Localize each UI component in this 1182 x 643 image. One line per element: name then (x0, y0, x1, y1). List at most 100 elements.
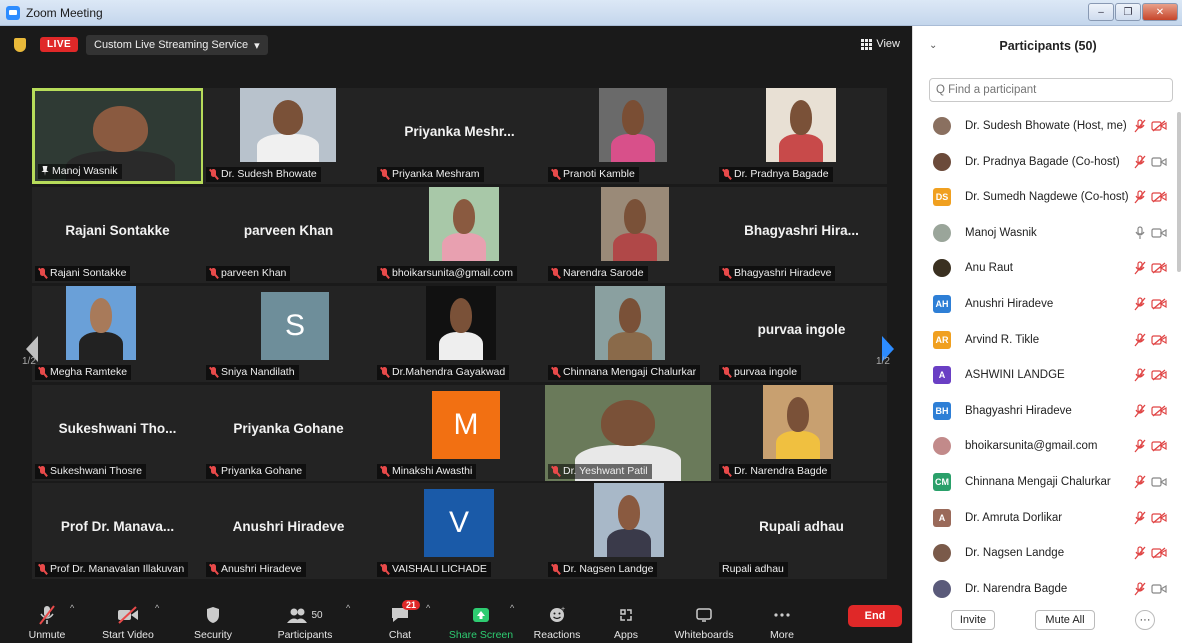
participant-row[interactable]: Dr. Sudesh Bhowate (Host, me) (913, 108, 1175, 144)
mic-muted-icon[interactable] (1133, 119, 1147, 133)
video-tile[interactable]: Rupali adhau Rupali adhau (716, 483, 887, 579)
participant-row[interactable]: CM Chinnana Mengaji Chalurkar (913, 464, 1175, 500)
apps-button[interactable]: Apps (610, 599, 642, 641)
audio-options-caret-icon[interactable]: ^ (70, 603, 74, 613)
participant-row[interactable]: Anu Raut (913, 250, 1175, 286)
live-badge[interactable]: LIVE (40, 37, 79, 52)
video-tile[interactable]: Bhagyashri Hira... Bhagyashri Hiradeve (716, 187, 887, 283)
invite-button[interactable]: Invite (951, 610, 995, 630)
video-tile[interactable]: Dr. Nagsen Landge (545, 483, 716, 579)
video-off-icon[interactable] (1151, 368, 1167, 382)
video-icon[interactable] (1151, 475, 1167, 489)
participant-row[interactable]: AR Arvind R. Tikle (913, 322, 1175, 358)
mic-icon[interactable] (1133, 226, 1147, 240)
video-tile[interactable]: Pranoti Kamble (545, 88, 716, 184)
participant-row[interactable]: Dr. Narendra Bagde (913, 571, 1175, 607)
chat-button[interactable]: 21 Chat (382, 599, 421, 641)
mic-muted-icon[interactable] (1133, 475, 1147, 489)
video-tile[interactable]: Narendra Sarode (545, 187, 716, 283)
video-icon[interactable] (1151, 582, 1167, 596)
reactions-button[interactable]: + Reactions (532, 599, 582, 641)
participants-button[interactable]: 50 Participants (272, 599, 338, 641)
mic-muted-icon[interactable] (1133, 154, 1147, 169)
participant-row[interactable]: BH Bhagyashri Hiradeve (913, 393, 1175, 429)
maximize-button[interactable]: ❐ (1115, 3, 1141, 21)
view-button[interactable]: View (861, 38, 900, 50)
participant-row[interactable]: DS Dr. Sumedh Nagdewe (Co-host) (913, 179, 1175, 215)
mic-muted-icon[interactable] (1133, 368, 1147, 382)
video-tile[interactable]: S Sniya Nandilath (203, 286, 374, 382)
video-tile[interactable]: purvaa ingole purvaa ingole (716, 286, 887, 382)
participant-row[interactable]: Manoj Wasnik (913, 215, 1175, 251)
tile-display-name: parveen Khan (243, 223, 334, 238)
mic-muted-icon[interactable] (1133, 510, 1147, 525)
mic-muted-icon[interactable] (1133, 190, 1147, 204)
stream-service-dropdown[interactable]: Custom Live Streaming Service ▾ (86, 35, 268, 55)
video-off-icon[interactable] (1151, 261, 1167, 275)
video-tile[interactable]: Dr. Narendra Bagde (716, 385, 887, 481)
video-tile[interactable]: Priyanka Meshr... Priyanka Meshram (374, 88, 545, 184)
tile-display-name: Priyanka Gohane (233, 421, 344, 436)
previous-page-arrow-icon[interactable] (20, 322, 44, 376)
video-tile[interactable]: parveen Khan parveen Khan (203, 187, 374, 283)
participant-row[interactable]: A Dr. Amruta Dorlikar (913, 500, 1175, 536)
participant-search[interactable] (929, 78, 1173, 102)
mute-all-button[interactable]: Mute All (1035, 610, 1095, 630)
mic-muted-icon[interactable] (1133, 332, 1147, 347)
video-off-icon[interactable] (1151, 119, 1167, 133)
security-button[interactable]: Security (190, 599, 236, 641)
video-tile[interactable]: Manoj Wasnik (32, 88, 204, 184)
mic-muted-icon[interactable] (1133, 439, 1147, 453)
video-options-caret-icon[interactable]: ^ (155, 603, 159, 613)
close-button[interactable]: ✕ (1142, 3, 1178, 21)
video-off-icon[interactable] (1151, 404, 1167, 418)
participant-row[interactable]: A ASHWINI LANDGE (913, 357, 1175, 393)
video-off-icon[interactable] (1151, 511, 1167, 525)
start-video-button[interactable]: Start Video (98, 599, 158, 641)
whiteboards-button[interactable]: Whiteboards (670, 599, 738, 641)
mic-muted-icon[interactable] (1133, 546, 1147, 560)
security-shield-icon[interactable] (14, 38, 26, 52)
video-tile[interactable]: Prof Dr. Manava... Prof Dr. Manavalan Ill… (32, 483, 203, 579)
video-tile[interactable]: Megha Ramteke (32, 286, 203, 382)
participant-row[interactable]: bhoikarsunita@gmail.com (913, 428, 1175, 464)
minimize-button[interactable]: – (1088, 3, 1114, 21)
mic-muted-icon[interactable] (1133, 261, 1147, 275)
more-button[interactable]: More (764, 599, 800, 641)
mic-muted-icon[interactable] (1133, 404, 1147, 418)
video-tile[interactable]: Dr. Pradnya Bagade (716, 88, 887, 184)
participant-row[interactable]: Dr. Nagsen Landge (913, 535, 1175, 571)
more-options-button[interactable]: ··· (1135, 610, 1155, 630)
video-tile[interactable]: Dr. Yeshwant Patil (545, 385, 716, 481)
mic-muted-icon[interactable] (1133, 582, 1147, 596)
participant-row[interactable]: Dr. Pradnya Bagade (Co-host) (913, 144, 1175, 180)
video-off-icon[interactable] (1151, 439, 1167, 453)
mic-muted-icon[interactable] (1133, 297, 1147, 311)
participant-search-input[interactable] (936, 84, 1146, 96)
video-tile[interactable]: bhoikarsunita@gmail.com (374, 187, 545, 283)
participant-list-scrollbar[interactable] (1177, 112, 1181, 272)
unmute-button[interactable]: Unmute (22, 599, 72, 641)
video-off-icon[interactable] (1151, 546, 1167, 560)
video-off-icon[interactable] (1151, 190, 1167, 204)
video-tile[interactable]: Anushri Hiradeve Anushri Hiradeve (203, 483, 374, 579)
video-tile[interactable]: Sukeshwani Tho... Sukeshwani Thosre (32, 385, 203, 481)
video-tile[interactable]: Dr. Sudesh Bhowate (203, 88, 374, 184)
video-tile[interactable]: Dr.Mahendra Gayakwad (374, 286, 545, 382)
video-icon[interactable] (1151, 155, 1167, 169)
video-tile[interactable]: V VAISHALI LICHADE (374, 483, 545, 579)
participants-caret-icon[interactable]: ^ (346, 603, 350, 613)
video-tile[interactable]: Chinnana Mengaji Chalurkar (545, 286, 716, 382)
video-tile[interactable]: Rajani Sontakke Rajani Sontakke (32, 187, 203, 283)
end-meeting-button[interactable]: End (848, 605, 902, 627)
next-page-arrow-icon[interactable] (876, 322, 900, 376)
video-tile[interactable]: Priyanka Gohane Priyanka Gohane (203, 385, 374, 481)
video-icon[interactable] (1151, 226, 1167, 240)
share-caret-icon[interactable]: ^ (510, 603, 514, 613)
share-screen-button[interactable]: Share Screen (446, 599, 516, 641)
video-off-icon[interactable] (1151, 333, 1167, 347)
video-off-icon[interactable] (1151, 297, 1167, 311)
video-tile[interactable]: M Minakshi Awasthi (374, 385, 545, 481)
chat-caret-icon[interactable]: ^ (426, 603, 430, 613)
participant-row[interactable]: AH Anushri Hiradeve (913, 286, 1175, 322)
